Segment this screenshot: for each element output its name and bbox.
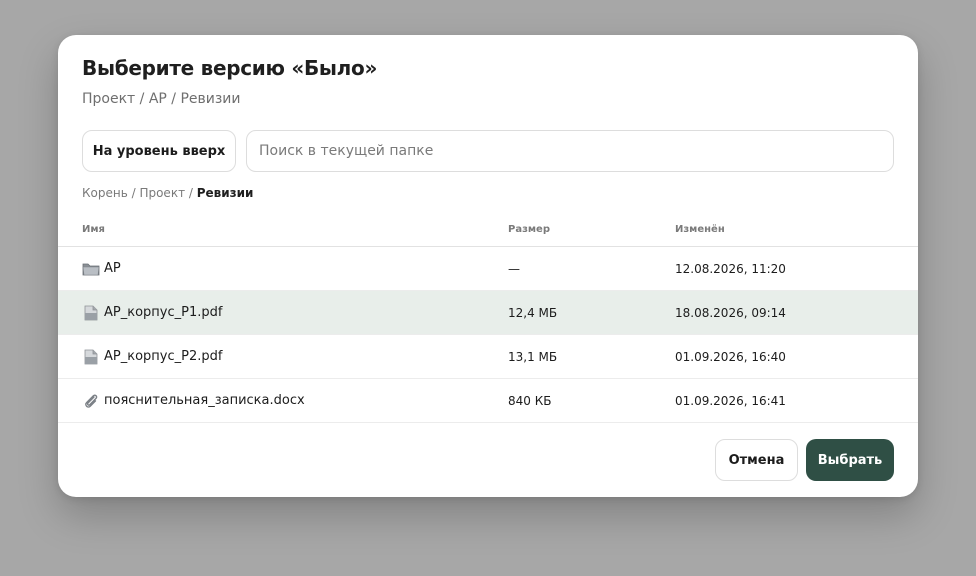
- breadcrumb-item-root[interactable]: Корень: [82, 186, 128, 200]
- breadcrumb-separator: /: [127, 186, 140, 200]
- row-name: АР_корпус_Р2.pdf: [104, 349, 223, 364]
- folder-icon: [82, 261, 100, 277]
- row-name: пояснительная_записка.docx: [104, 393, 305, 408]
- breadcrumb-separator: /: [185, 186, 197, 200]
- row-modified: 18.08.2026, 09:14: [675, 305, 786, 320]
- column-header-size[interactable]: Размер: [508, 224, 550, 235]
- table-row[interactable]: АР_корпус_Р2.pdf 13,1 МБ 01.09.2026, 16:…: [58, 335, 918, 379]
- row-name: АР: [104, 261, 121, 276]
- select-button[interactable]: Выбрать: [806, 439, 894, 481]
- row-modified: 01.09.2026, 16:40: [675, 349, 786, 364]
- row-name-cell: АР_корпус_Р1.pdf: [82, 291, 222, 334]
- row-name-cell: АР_корпус_Р2.pdf: [82, 335, 222, 378]
- breadcrumb-item-project[interactable]: Проект: [139, 186, 185, 200]
- column-header-name[interactable]: Имя: [82, 224, 105, 235]
- file-icon: [82, 349, 100, 365]
- row-name-cell: АР: [82, 247, 121, 290]
- file-icon: [82, 305, 100, 321]
- table-header: Имя Размер Изменён: [58, 221, 918, 247]
- cancel-button[interactable]: Отмена: [715, 439, 798, 481]
- table-row[interactable]: пояснительная_записка.docx 840 КБ 01.09.…: [58, 379, 918, 423]
- row-size: 840 КБ: [508, 393, 552, 408]
- table-row-selected[interactable]: АР_корпус_Р1.pdf 12,4 МБ 18.08.2026, 09:…: [58, 291, 918, 335]
- row-modified: 12.08.2026, 11:20: [675, 261, 786, 276]
- paperclip-icon: [82, 393, 100, 409]
- row-name: АР_корпус_Р1.pdf: [104, 305, 223, 320]
- row-modified: 01.09.2026, 16:41: [675, 393, 786, 408]
- search-input[interactable]: [246, 130, 894, 172]
- dialog-title: Выберите версию «Было»: [82, 56, 378, 80]
- version-picker-dialog: Выберите версию «Было» Проект / АР / Рев…: [58, 35, 918, 497]
- file-list: АР — 12.08.2026, 11:20 АР_корпус_Р1.pdf …: [58, 247, 918, 423]
- column-header-modified[interactable]: Изменён: [675, 224, 725, 235]
- breadcrumb-current: Ревизии: [196, 186, 254, 200]
- row-size: 13,1 МБ: [508, 349, 558, 364]
- dialog-subtitle: Проект / АР / Ревизии: [82, 91, 241, 107]
- breadcrumb: Корень / Проект / Ревизии: [82, 186, 253, 200]
- row-name-cell: пояснительная_записка.docx: [82, 379, 305, 422]
- up-level-button[interactable]: На уровень вверх: [82, 130, 236, 172]
- row-size: —: [508, 261, 520, 276]
- row-size: 12,4 МБ: [508, 305, 558, 320]
- table-row[interactable]: АР — 12.08.2026, 11:20: [58, 247, 918, 291]
